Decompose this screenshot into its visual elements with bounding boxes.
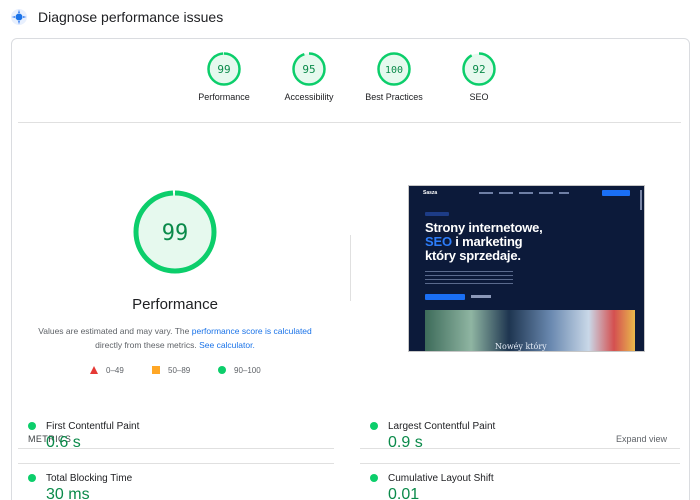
- legend-range: 50–89: [168, 366, 191, 375]
- screenshot-logo: Sasza: [423, 190, 438, 196]
- legend-item-average: 50–89: [152, 366, 190, 375]
- screenshot-body-text: [425, 271, 513, 287]
- performance-score: 99: [162, 221, 189, 246]
- heading-highlight: SEO: [425, 234, 452, 249]
- screenshot-scrollbar: [640, 190, 642, 210]
- metric-value: 0.01: [388, 486, 420, 500]
- circle-icon: [370, 474, 378, 482]
- gauge-score: 95: [302, 63, 315, 76]
- performance-score-link[interactable]: performance score is calculated: [192, 326, 312, 336]
- screenshot-nav-button: [602, 190, 630, 196]
- gauge-label: SEO: [469, 92, 489, 102]
- performance-gauge-icon: 99: [207, 52, 241, 86]
- divider: [18, 122, 681, 123]
- screenshot-tag: [425, 212, 449, 216]
- screenshot-nav: Sasza: [409, 186, 644, 200]
- metric-name: Cumulative Layout Shift: [388, 473, 494, 484]
- lighthouse-icon: [11, 9, 27, 25]
- performance-title: Performance: [132, 296, 218, 313]
- seo-gauge-icon: 92: [462, 52, 496, 86]
- circle-icon: [218, 366, 226, 374]
- gauge-score: 100: [385, 65, 403, 76]
- page-screenshot-thumbnail[interactable]: Sasza Strony internetowe, SEO i marketin…: [408, 185, 645, 352]
- lighthouse-report-card: 99 Performance 95 Accessibility 100 Best…: [11, 38, 690, 500]
- circle-icon: [28, 474, 36, 482]
- screenshot-secondary-link: [471, 295, 491, 298]
- see-calculator-link[interactable]: See calculator.: [199, 340, 255, 350]
- performance-description: Values are estimated and may vary. The p…: [32, 324, 318, 352]
- expand-view-button[interactable]: Expand view: [616, 434, 667, 444]
- score-gauges-row: 99 Performance 95 Accessibility 100 Best…: [12, 51, 689, 121]
- square-icon: [152, 366, 160, 374]
- page-title: Diagnose performance issues: [38, 9, 224, 25]
- gauge-seo[interactable]: 92 SEO: [434, 51, 524, 102]
- gauge-label: Best Practices: [365, 92, 423, 102]
- legend-range: 0–49: [106, 366, 124, 375]
- gauge-best-practices[interactable]: 100 Best Practices: [349, 51, 439, 102]
- best-practices-gauge-icon: 100: [377, 52, 411, 86]
- gauge-label: Accessibility: [284, 92, 334, 102]
- legend-item-pass: 90–100: [218, 366, 261, 375]
- metric-name: First Contentful Paint: [46, 421, 140, 432]
- heading-line: Strony internetowe,: [425, 220, 543, 235]
- gauge-score: 99: [217, 63, 230, 76]
- triangle-icon: [90, 366, 98, 374]
- metrics-divider: [18, 463, 334, 464]
- metrics-divider: [360, 463, 680, 464]
- screenshot-image-text: Nowéy który: [495, 342, 547, 351]
- desc-text: Values are estimated and may vary. The: [38, 326, 192, 336]
- gauge-label: Performance: [198, 92, 250, 102]
- gauge-performance[interactable]: 99 Performance: [179, 51, 269, 102]
- metric-value: 30 ms: [46, 486, 90, 500]
- circle-icon: [28, 422, 36, 430]
- metric-value: 0.9 s: [388, 434, 423, 451]
- screenshot-heading: Strony internetowe, SEO i marketing któr…: [425, 221, 543, 263]
- report-header: Diagnose performance issues: [0, 0, 700, 36]
- legend-item-fail: 0–49: [90, 366, 124, 375]
- performance-big-gauge-icon: 99: [133, 190, 217, 274]
- screenshot-nav-links: [479, 192, 569, 194]
- metric-name: Total Blocking Time: [46, 473, 133, 484]
- metric-name: Largest Contentful Paint: [388, 421, 496, 432]
- metric-value: 0.6 s: [46, 434, 81, 451]
- gauge-score: 92: [472, 63, 485, 76]
- heading-line: który sprzedaje.: [425, 248, 521, 263]
- vertical-divider: [350, 235, 351, 301]
- circle-icon: [370, 422, 378, 430]
- legend-range: 90–100: [234, 366, 261, 375]
- accessibility-gauge-icon: 95: [292, 52, 326, 86]
- gauge-accessibility[interactable]: 95 Accessibility: [264, 51, 354, 102]
- screenshot-cta-button: [425, 294, 465, 300]
- desc-text: directly from these metrics.: [95, 340, 200, 350]
- heading-line: i marketing: [451, 234, 523, 249]
